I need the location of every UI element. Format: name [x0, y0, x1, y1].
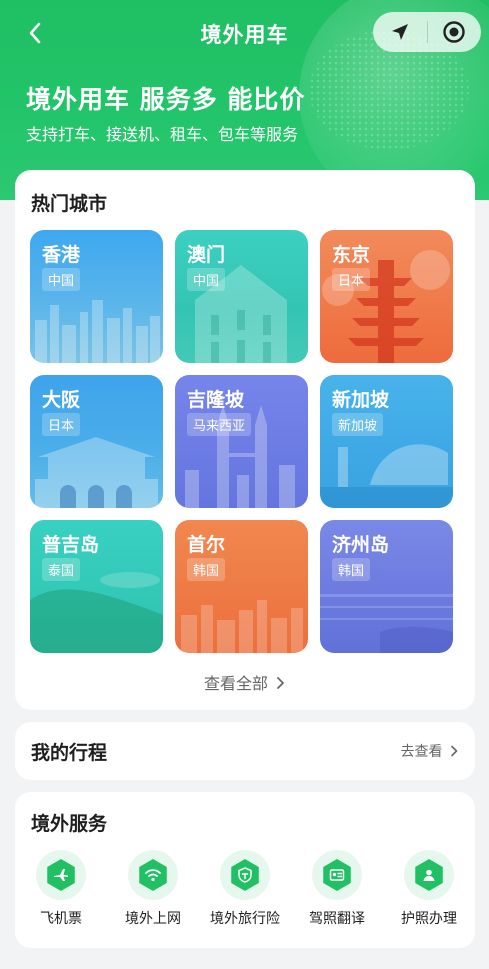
my-trip-title: 我的行程 — [31, 742, 108, 764]
view-trip-label: 去查看 — [400, 744, 443, 760]
service-passport[interactable]: 护照办理 — [383, 850, 475, 930]
service-icon-bg — [128, 850, 178, 900]
overseas-services-card: 境外服务 飞机票 境外上网 境外旅行险 驾照翻译 护照办理 — [15, 792, 475, 948]
location-button[interactable] — [373, 12, 427, 52]
service-label: 飞机票 — [40, 911, 82, 927]
city-name: 东京 — [332, 244, 371, 266]
service-icon-bg — [312, 850, 362, 900]
city-card-seoul[interactable]: 首尔 韩国 — [175, 520, 308, 653]
city-name: 大阪 — [42, 389, 81, 411]
hot-cities-title: 热门城市 — [31, 193, 108, 215]
city-country-tag: 日本 — [332, 268, 371, 291]
navigation-arrow-icon — [391, 24, 408, 40]
city-name: 香港 — [42, 244, 81, 266]
chevron-right-icon — [277, 677, 284, 689]
service-icon-bg — [404, 850, 454, 900]
service-label: 境外旅行险 — [210, 911, 280, 927]
service-license-translation[interactable]: 驾照翻译 — [291, 850, 383, 930]
service-label: 驾照翻译 — [309, 911, 365, 927]
service-flight-tickets[interactable]: 飞机票 — [15, 850, 107, 930]
wifi-icon — [139, 859, 167, 891]
license-icon — [323, 859, 351, 891]
chevron-right-icon — [451, 745, 458, 757]
city-country-tag: 韩国 — [187, 558, 226, 581]
city-card-tokyo[interactable]: 东京 日本 — [320, 230, 453, 363]
insurance-icon — [231, 859, 259, 891]
city-country-tag: 日本 — [42, 413, 81, 436]
city-card-macau[interactable]: 澳门 中国 — [175, 230, 308, 363]
city-country-tag: 韩国 — [332, 558, 371, 581]
city-grid: 香港 中国 澳门 中国 东京 日本 大阪 日本 吉隆坡 马来西亚 新加坡 新加坡… — [30, 230, 460, 655]
service-overseas-internet[interactable]: 境外上网 — [107, 850, 199, 930]
view-trip-link[interactable]: 去查看 — [401, 741, 459, 761]
view-all-cities-link[interactable]: 查看全部 — [15, 670, 475, 694]
service-icon-bg — [36, 850, 86, 900]
city-name: 首尔 — [187, 534, 226, 556]
city-name: 济州岛 — [332, 534, 390, 556]
service-travel-insurance[interactable]: 境外旅行险 — [199, 850, 291, 930]
passport-icon — [415, 859, 443, 891]
city-name: 新加坡 — [332, 389, 390, 411]
city-card-singapore[interactable]: 新加坡 新加坡 — [320, 375, 453, 508]
hero-subtitle: 支持打车、接送机、租车、包车等服务 — [26, 125, 299, 144]
view-all-label: 查看全部 — [203, 674, 268, 693]
hot-cities-card: 热门城市 香港 中国 澳门 中国 东京 日本 大阪 日本 吉隆坡 马来西亚 新加… — [15, 170, 475, 710]
city-card-kualalumpur[interactable]: 吉隆坡 马来西亚 — [175, 375, 308, 508]
city-card-hongkong[interactable]: 香港 中国 — [30, 230, 163, 363]
service-icon-bg — [220, 850, 270, 900]
my-trip-card[interactable]: 我的行程 去查看 — [15, 722, 475, 780]
mini-program-capsule — [373, 12, 481, 52]
city-country-tag: 新加坡 — [332, 413, 384, 436]
service-label: 境外上网 — [125, 911, 181, 927]
city-country-tag: 中国 — [42, 268, 81, 291]
city-card-phuket[interactable]: 普吉岛 泰国 — [30, 520, 163, 653]
city-country-tag: 马来西亚 — [187, 413, 252, 436]
city-card-jeju[interactable]: 济州岛 韩国 — [320, 520, 453, 653]
target-icon — [443, 21, 465, 43]
airplane-icon — [47, 859, 75, 891]
city-card-osaka[interactable]: 大阪 日本 — [30, 375, 163, 508]
city-name: 普吉岛 — [42, 534, 100, 556]
city-name: 吉隆坡 — [187, 389, 245, 411]
city-name: 澳门 — [187, 244, 226, 266]
close-miniprogram-button[interactable] — [428, 12, 482, 52]
service-label: 护照办理 — [401, 911, 457, 927]
city-country-tag: 中国 — [187, 268, 226, 291]
hero-title: 境外用车 服务多 能比价 — [26, 85, 306, 114]
services-title: 境外服务 — [31, 813, 108, 835]
city-country-tag: 泰国 — [42, 558, 81, 581]
services-row: 飞机票 境外上网 境外旅行险 驾照翻译 护照办理 — [15, 850, 475, 930]
